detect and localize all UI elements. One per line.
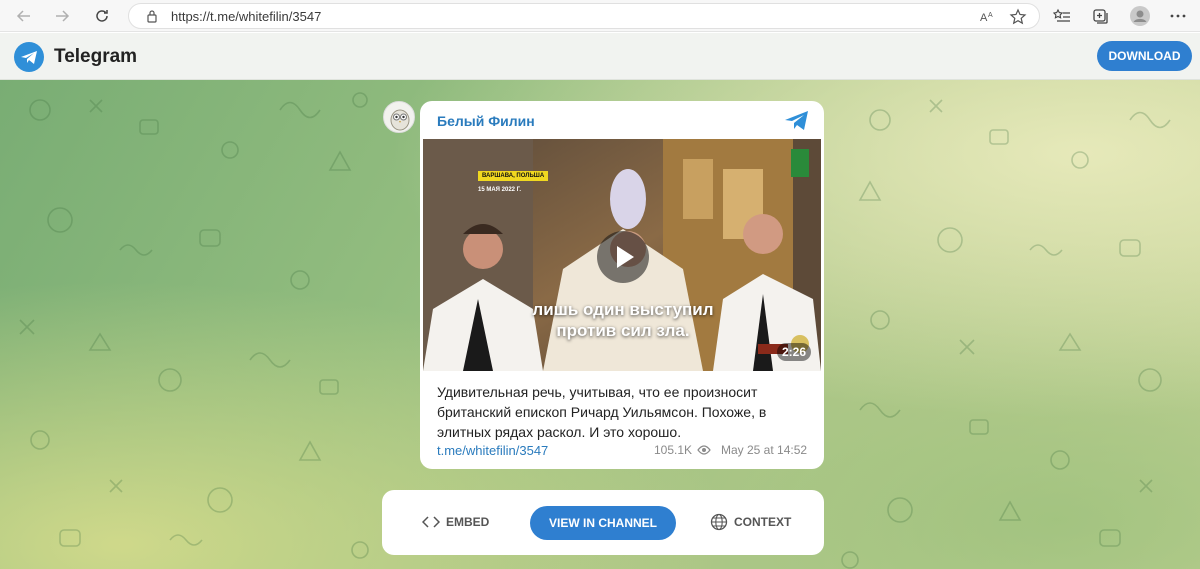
address-bar[interactable]: https://t.me/whitefilin/3547 AA xyxy=(128,3,1040,29)
browser-toolbar: https://t.me/whitefilin/3547 AA xyxy=(0,0,1200,32)
channel-avatar[interactable] xyxy=(383,101,415,133)
video-subtitle: лишь один выступил против сил зла. xyxy=(483,299,763,341)
view-count: 105.1K xyxy=(654,443,693,457)
refresh-icon[interactable] xyxy=(90,4,114,28)
svg-text:A: A xyxy=(980,12,988,24)
back-arrow-icon[interactable] xyxy=(12,4,36,28)
favorite-star-icon[interactable] xyxy=(1009,8,1027,26)
message-actions: EMBED VIEW IN CHANNEL CONTEXT xyxy=(382,490,824,555)
play-icon xyxy=(617,246,634,268)
message-text: Удивительная речь, учитывая, что ее прои… xyxy=(437,384,767,440)
view-in-channel-button[interactable]: VIEW IN CHANNEL xyxy=(530,506,676,540)
profile-icon[interactable] xyxy=(1130,6,1150,26)
lock-icon[interactable] xyxy=(145,9,159,23)
video-subtitle-line: лишь один выступил xyxy=(532,300,714,319)
url-text[interactable]: https://t.me/whitefilin/3547 xyxy=(171,9,321,24)
video-player[interactable]: ВАРШАВА, ПОЛЬША 15 МАЯ 2022 Г. лишь один… xyxy=(423,139,821,371)
more-icon[interactable] xyxy=(1168,6,1188,26)
telegram-brand-title[interactable]: Telegram xyxy=(54,46,137,68)
embed-label: EMBED xyxy=(446,515,490,529)
collections-icon[interactable] xyxy=(1090,6,1110,26)
message-date: May 25 at 14:52 xyxy=(721,443,808,457)
telegram-logo-icon[interactable] xyxy=(14,42,44,72)
code-icon xyxy=(422,516,440,528)
favorites-list-icon[interactable] xyxy=(1052,6,1072,26)
play-button[interactable] xyxy=(597,231,649,283)
video-duration: 2:26 xyxy=(777,343,812,361)
message-link[interactable]: t.me/whitefilin/3547 xyxy=(437,443,548,458)
context-button[interactable]: CONTEXT xyxy=(710,510,791,534)
read-aloud-icon[interactable]: AA xyxy=(979,8,997,26)
globe-icon xyxy=(710,513,728,531)
telegram-header: Telegram DOWNLOAD xyxy=(0,33,1200,80)
embed-button[interactable]: EMBED xyxy=(422,510,489,534)
telegram-plane-icon[interactable] xyxy=(784,110,810,132)
message-card: Белый Филин ВАРШАВА, ПОЛЬША 15 МАЯ 2022 … xyxy=(420,101,824,469)
eye-icon xyxy=(697,445,711,455)
video-subtitle-line: против сил зла. xyxy=(556,321,690,340)
channel-name-link[interactable]: Белый Филин xyxy=(437,113,535,129)
context-label: CONTEXT xyxy=(734,515,792,529)
svg-text:A: A xyxy=(988,12,993,19)
forward-arrow-icon[interactable] xyxy=(50,4,74,28)
video-location-tag: ВАРШАВА, ПОЛЬША xyxy=(478,171,549,181)
video-date-tag: 15 МАЯ 2022 Г. xyxy=(478,187,521,193)
download-button[interactable]: DOWNLOAD xyxy=(1097,41,1192,71)
